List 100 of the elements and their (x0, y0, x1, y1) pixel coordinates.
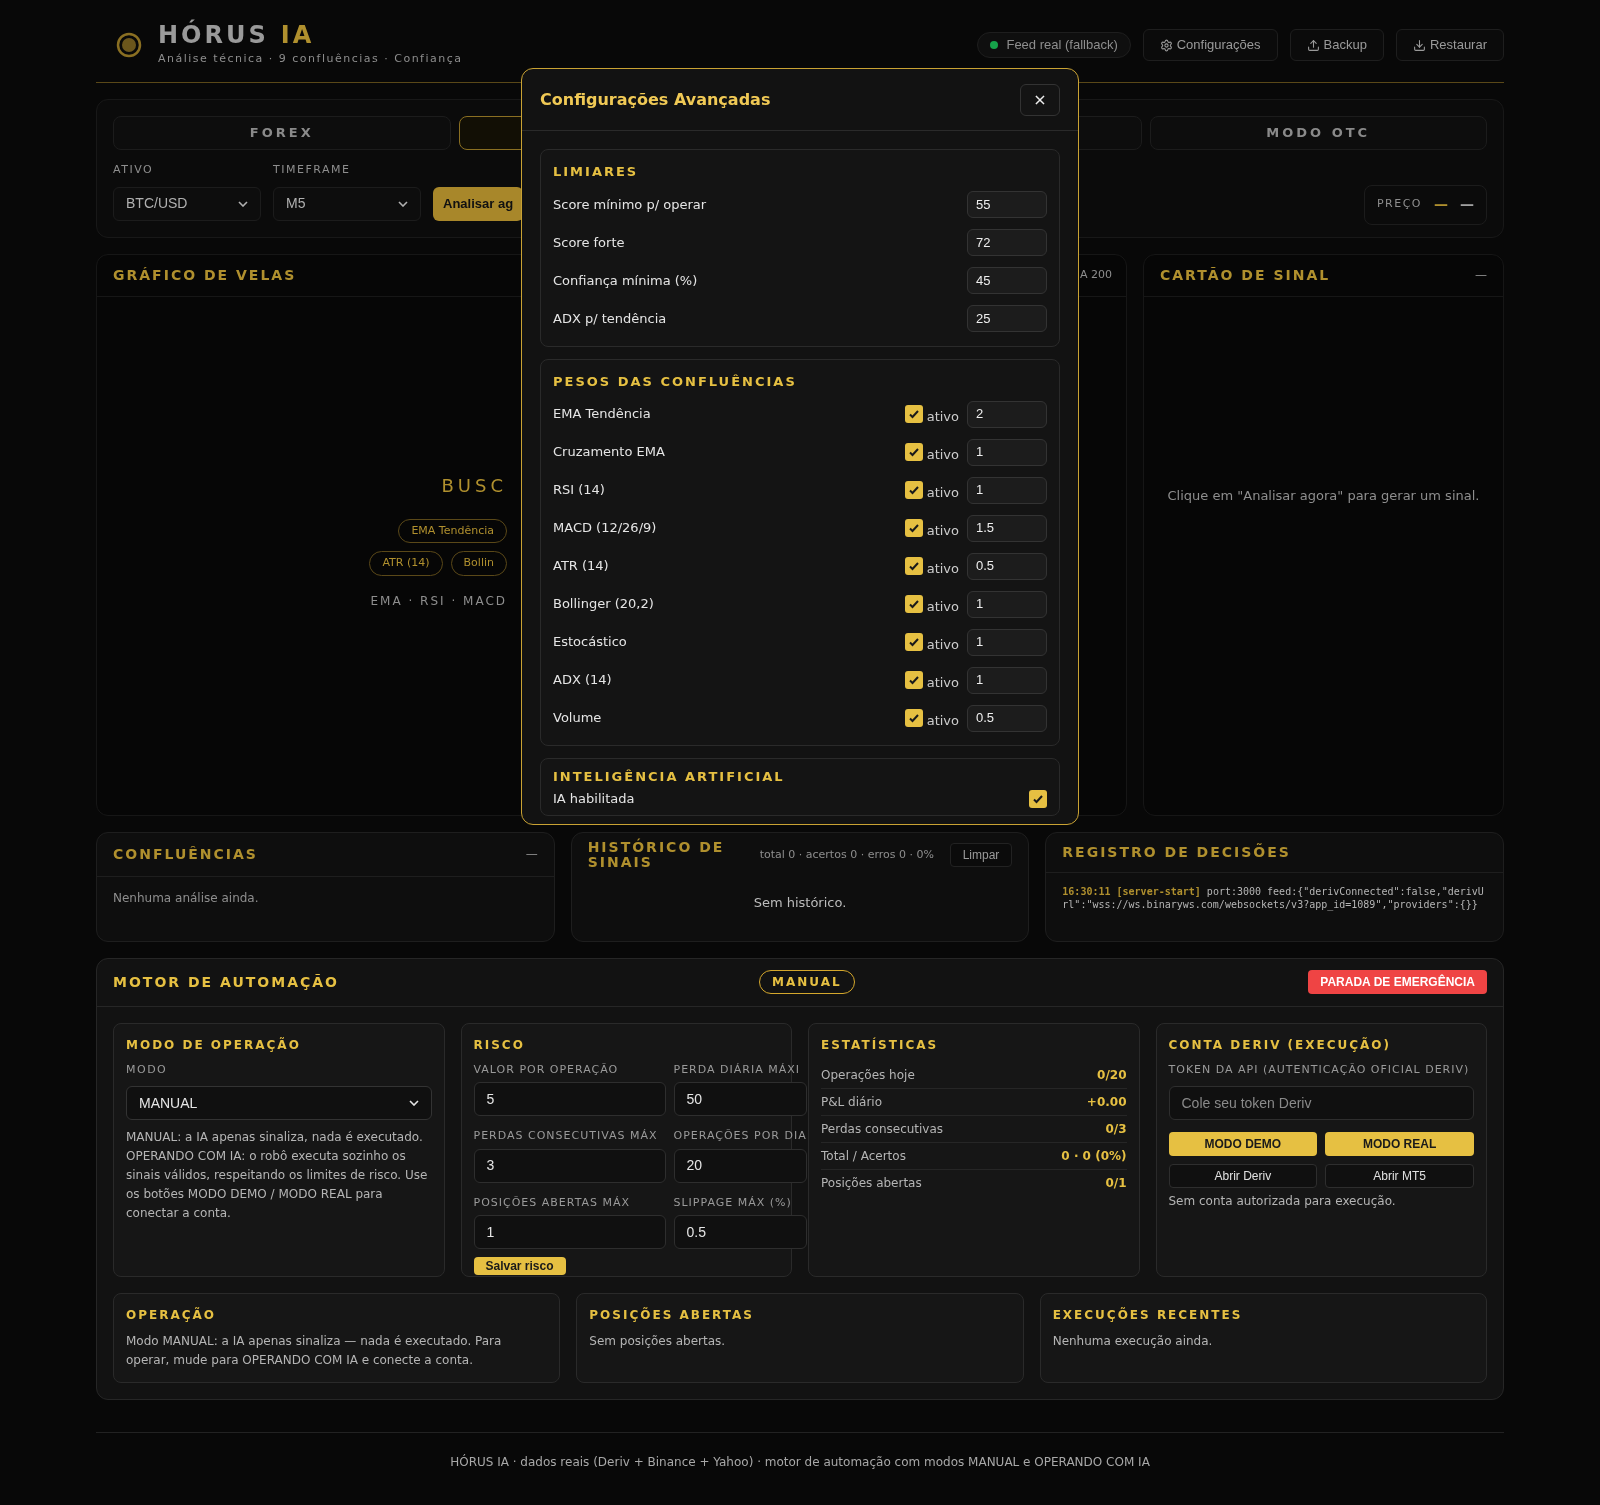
checkmark-icon (907, 484, 920, 496)
checkbox[interactable] (904, 595, 923, 613)
eye-logo-icon (116, 32, 142, 58)
field-label: ATIVO (113, 162, 155, 178)
checkmark-icon (907, 408, 920, 420)
panel-title: GRÁFICO DE VELAS (113, 265, 297, 285)
market-tab[interactable]: MODO OTC (1149, 116, 1487, 150)
history-summary: total 0 · acertos 0 · erros 0 · 0% (759, 847, 935, 862)
panel-title: MOTOR DE AUTOMAÇÃO (113, 972, 339, 992)
setting-label: RSI (14) (553, 481, 605, 500)
input-field[interactable]: 20 (673, 1148, 807, 1183)
checkbox-label: ativo (926, 484, 959, 503)
chart-legend: A 200 (1079, 266, 1112, 284)
panel-title: REGISTRO DE DECISÕES (1062, 842, 1291, 862)
number-input[interactable]: 1 (967, 590, 1047, 618)
emergency-button[interactable]: PARADA DE EMERGÊNCIA (1308, 970, 1487, 994)
setting-label: ADX p/ tendência (553, 309, 667, 328)
checkbox[interactable] (904, 405, 923, 423)
number-input[interactable]: 72 (967, 229, 1047, 256)
checkbox-label: ativo (926, 636, 959, 655)
dash-label: — (525, 846, 538, 863)
card-title: CONTA DERIV (EXECUÇÃO) (1168, 1036, 1393, 1054)
setting-label: ADX (14) (553, 671, 612, 690)
field-label: POSIÇÕES ABERTAS MÁX (473, 1194, 632, 1211)
settings-icon (1159, 38, 1173, 52)
input-field[interactable]: 50 (673, 1082, 807, 1116)
clear-button[interactable]: Limpar (949, 842, 1013, 867)
number-input[interactable]: 1.5 (967, 514, 1047, 542)
header-button[interactable]: Restaurar (1395, 29, 1504, 61)
account-button[interactable]: Abrir Deriv (1168, 1164, 1318, 1188)
market-tab[interactable]: FOREX (113, 116, 451, 150)
feed-label: Feed real (fallback) (1006, 36, 1118, 55)
checkbox[interactable] (1029, 789, 1047, 808)
token-input[interactable]: Cole seu token Deriv (1168, 1086, 1474, 1120)
field-label: PERDA DIÁRIA MÁXI (673, 1061, 801, 1078)
dash-label: — (1475, 267, 1487, 284)
input-field[interactable]: 0.5 (673, 1215, 807, 1249)
header-button[interactable]: Configurações (1142, 29, 1278, 61)
dialog-title: Configurações Avançadas (540, 88, 771, 111)
account-status: Sem conta autorizada para execução. (1168, 1193, 1397, 1210)
field-label: SLIPPAGE MÁX (%) (673, 1194, 793, 1211)
number-input[interactable]: 2 (967, 400, 1047, 428)
price-change: — (1460, 195, 1474, 214)
section-title: LIMIARES (553, 163, 640, 181)
number-input[interactable]: 1 (967, 666, 1047, 694)
number-input[interactable]: 45 (967, 267, 1047, 294)
analyze-button[interactable]: Analisar ag (433, 186, 524, 221)
setting-label: Estocástico (553, 633, 627, 652)
stat-label: Posições abertas (821, 1175, 922, 1192)
field-label: TIMEFRAME (273, 162, 352, 178)
stat-label: Perdas consecutivas (821, 1120, 944, 1138)
field-label: VALOR POR OPERAÇÃO (473, 1061, 620, 1078)
account-button[interactable]: MODO REAL (1325, 1132, 1474, 1156)
field-label: PERDAS CONSECUTIVAS MÁX (473, 1128, 659, 1144)
select-field[interactable]: BTC/USD (113, 186, 261, 221)
checkbox-label: ativo (926, 712, 959, 731)
checkbox[interactable] (904, 633, 923, 651)
number-input[interactable]: 1 (967, 438, 1047, 466)
checkbox[interactable] (904, 481, 923, 499)
setting-label: Confiança mínima (%) (553, 271, 698, 290)
number-input[interactable]: 0.5 (967, 704, 1047, 732)
number-input[interactable]: 55 (967, 191, 1047, 218)
stat-label: P&L diário (821, 1093, 882, 1111)
section-title: PESOS DAS CONFLUÊNCIAS (553, 372, 798, 391)
number-input[interactable]: 25 (967, 305, 1047, 332)
input-field[interactable]: 1 (473, 1215, 666, 1249)
checkbox[interactable] (904, 519, 923, 537)
setting-label: Score forte (553, 233, 625, 252)
checkmark-icon (907, 598, 920, 610)
stat-label: Operações hoje (821, 1066, 915, 1084)
stat-value: 0/20 (1097, 1066, 1127, 1084)
select-field[interactable]: M5 (273, 186, 421, 221)
caret-icon (398, 200, 408, 207)
empty-message: Sem histórico. (753, 893, 847, 912)
download-icon (1412, 38, 1426, 52)
header-button[interactable]: Backup (1289, 29, 1384, 61)
mode-select[interactable]: MANUAL (126, 1086, 432, 1120)
field-label: MODO (126, 1061, 169, 1078)
checkbox[interactable] (904, 671, 923, 689)
section-title: INTELIGÊNCIA ARTIFICIAL (553, 768, 786, 786)
checkbox[interactable] (904, 557, 923, 575)
close-button[interactable]: × (1020, 83, 1060, 116)
stat-value: +0.00 (1086, 1093, 1127, 1111)
panel-title: CARTÃO DE SINAL (1160, 265, 1331, 285)
number-input[interactable]: 0.5 (967, 552, 1047, 580)
checkbox[interactable] (904, 443, 923, 461)
brand-subtitle: Análise técnica · 9 confluências · Confiança (158, 50, 463, 67)
input-field[interactable]: 5 (473, 1082, 666, 1116)
number-input[interactable]: 1 (967, 628, 1047, 656)
account-button[interactable]: MODO DEMO (1168, 1132, 1318, 1156)
checkmark-icon (907, 674, 920, 686)
checkbox[interactable] (904, 709, 923, 727)
number-input[interactable]: 1 (967, 476, 1047, 504)
save-button[interactable]: Salvar risco (473, 1257, 566, 1275)
checkmark-icon (907, 446, 920, 458)
checkbox-label: ativo (926, 560, 959, 579)
account-button[interactable]: Abrir MT5 (1325, 1164, 1474, 1188)
upload-icon (1306, 38, 1320, 52)
input-field[interactable]: 3 (473, 1148, 666, 1183)
field-label: OPERAÇÕES POR DIA (673, 1128, 807, 1144)
